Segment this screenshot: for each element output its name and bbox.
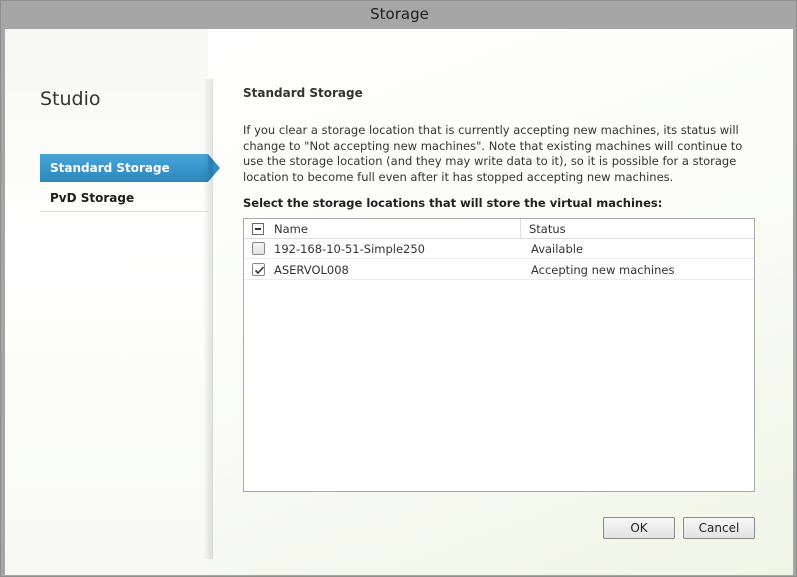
table-row[interactable]: 192-168-10-51-Simple250 Available [244,239,754,259]
cancel-button[interactable]: Cancel [683,517,755,539]
sidebar-divider [203,79,213,559]
sidebar: Studio Standard Storage PvD Storage [5,29,220,575]
storage-status: Accepting new machines [531,263,675,277]
description-text: If you clear a storage location that is … [243,123,743,184]
storage-name: 192-168-10-51-Simple250 [274,242,425,256]
checkmark-icon [254,266,265,275]
column-header-status[interactable]: Status [529,222,566,236]
list-header: Name Status [244,219,754,239]
storage-status: Available [531,242,584,256]
sidebar-item-pvd-storage[interactable]: PvD Storage [40,184,208,212]
page-title: Standard Storage [243,86,363,100]
column-header-name[interactable]: Name [274,222,308,236]
ok-button[interactable]: OK [603,517,675,539]
storage-list[interactable]: Name Status 192-168-10-51-Simple250 Avai… [243,218,755,492]
storage-name: ASERVOL008 [274,263,349,277]
storage-dialog: Storage Studio Standard Storage PvD Stor… [0,0,797,577]
row-checkbox[interactable] [252,263,265,276]
select-label: Select the storage locations that will s… [243,196,663,210]
row-checkbox[interactable] [252,242,265,255]
column-separator[interactable] [520,219,521,239]
window-title: Storage [370,5,429,23]
select-all-checkbox[interactable] [252,223,264,235]
sidebar-item-label: Standard Storage [50,161,170,175]
sidebar-item-label: PvD Storage [50,191,135,205]
table-row[interactable]: ASERVOL008 Accepting new machines [244,260,754,280]
dialog-content: Studio Standard Storage PvD Storage Stan… [5,29,793,575]
sidebar-item-standard-storage[interactable]: Standard Storage [40,154,220,182]
sidebar-heading: Studio [40,88,101,110]
